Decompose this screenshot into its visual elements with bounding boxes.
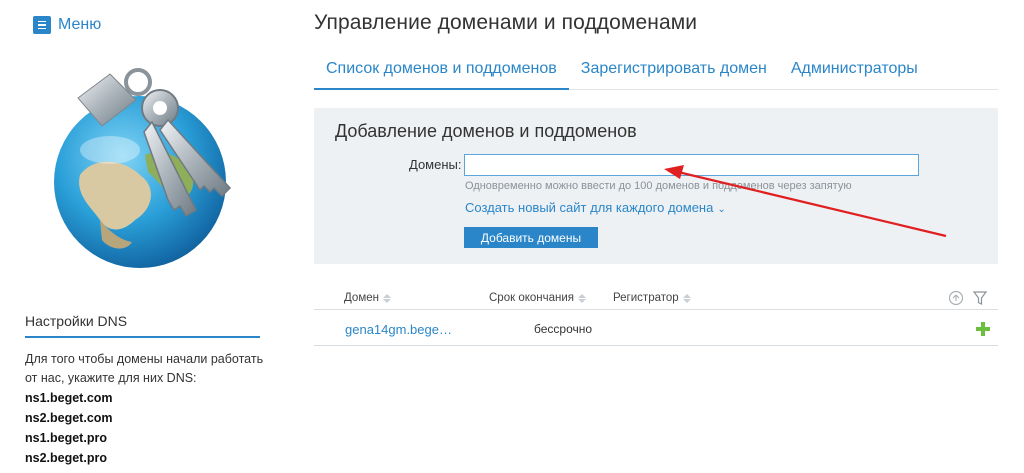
tab-bar: Список доменов и поддоменов Зарегистриро… [314,52,998,90]
hamburger-icon [33,16,51,34]
add-domains-title: Добавление доменов и поддоменов [335,121,637,141]
domain-link[interactable]: gena14gm.bege… [345,322,452,337]
column-header-domain[interactable]: Домен [344,292,391,304]
column-header-registrar[interactable]: Регистратор [613,292,691,304]
sort-icon [382,293,391,303]
add-domains-button[interactable]: Добавить домены [464,227,598,248]
column-label: Срок окончания [489,292,575,304]
sort-icon [682,293,691,303]
filter-icon[interactable] [972,290,988,306]
dns-title-divider [25,336,260,338]
domains-field-label: Домены: [409,157,462,172]
tab-register-domain[interactable]: Зарегистрировать домен [569,52,779,90]
menu-button[interactable]: Меню [33,16,101,34]
domains-input[interactable] [464,154,919,176]
table-row: gena14gm.bege… бессрочно [314,312,998,346]
dns-server: ns1.beget.pro [25,431,107,445]
domains-table-header: Домен Срок окончания Регистратор [314,286,998,310]
domains-hint: Одновременно можно ввести до 100 доменов… [465,180,852,192]
column-label: Регистратор [613,292,679,304]
tab-domain-list[interactable]: Список доменов и поддоменов [314,52,569,90]
sort-icon [578,293,587,303]
dns-server: ns1.beget.com [25,391,113,405]
add-domains-panel: Добавление доменов и поддоменов Домены: … [314,108,998,264]
dns-server: ns2.beget.pro [25,451,107,465]
tab-administrators[interactable]: Администраторы [779,52,930,90]
page-title: Управление доменами и поддоменами [314,11,698,34]
dns-server: ns2.beget.com [25,411,113,425]
chevron-down-icon: ⌄ [717,204,726,215]
dns-description: Для того чтобы домены начали работать от… [25,352,264,385]
create-site-toggle[interactable]: Создать новый сайт для каждого домена ⌄ [465,200,726,215]
expiration-cell: бессрочно [534,322,593,336]
create-site-label: Создать новый сайт для каждого домена [465,200,714,215]
refresh-icon[interactable] [948,290,964,306]
menu-label: Меню [58,16,102,33]
dns-server-list: ns1.beget.com ns2.beget.com ns1.beget.pr… [25,388,113,468]
column-header-expiration[interactable]: Срок окончания [489,292,587,304]
column-label: Домен [344,292,379,304]
dns-settings-title: Настройки DNS [25,313,128,329]
globe-with-keys-illustration [54,68,232,268]
plus-icon[interactable] [975,321,991,337]
